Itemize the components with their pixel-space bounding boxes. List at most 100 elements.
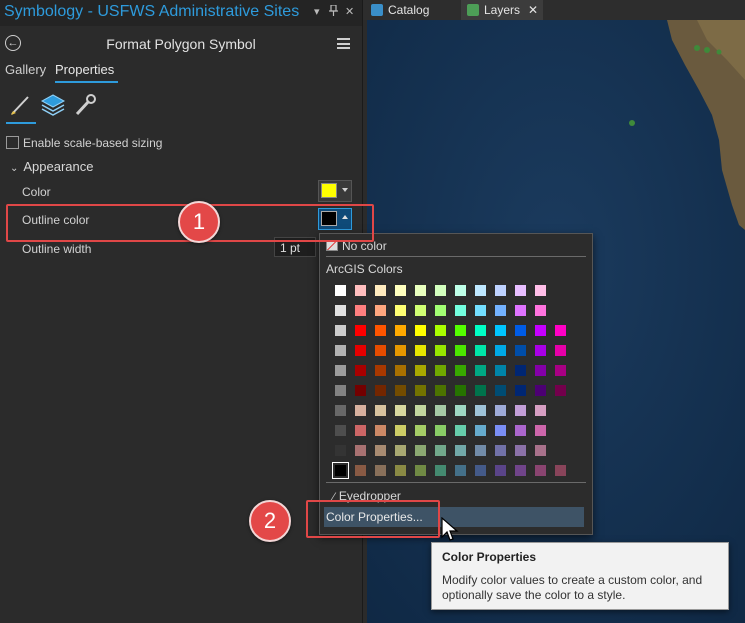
color-swatch[interactable]	[455, 365, 466, 376]
color-swatch[interactable]	[495, 405, 506, 416]
color-swatch[interactable]	[495, 305, 506, 316]
color-swatch[interactable]	[355, 425, 366, 436]
color-swatch[interactable]	[535, 465, 546, 476]
color-swatch[interactable]	[515, 325, 526, 336]
color-swatch[interactable]	[435, 325, 446, 336]
color-swatch[interactable]	[395, 345, 406, 356]
color-swatch[interactable]	[415, 385, 426, 396]
color-swatch[interactable]	[395, 325, 406, 336]
appearance-section-header[interactable]: ⌄ Appearance	[10, 159, 94, 174]
color-swatch[interactable]	[515, 445, 526, 456]
color-swatch[interactable]	[415, 325, 426, 336]
color-swatch[interactable]	[535, 285, 546, 296]
color-swatch[interactable]	[375, 425, 386, 436]
color-swatch[interactable]	[335, 405, 346, 416]
color-swatch[interactable]	[395, 365, 406, 376]
color-swatch[interactable]	[395, 405, 406, 416]
color-swatch[interactable]	[415, 345, 426, 356]
color-swatch[interactable]	[475, 385, 486, 396]
wrench-icon[interactable]	[72, 92, 98, 118]
color-swatch[interactable]	[435, 365, 446, 376]
color-swatch[interactable]	[415, 285, 426, 296]
color-swatch[interactable]	[495, 325, 506, 336]
color-swatch[interactable]	[455, 285, 466, 296]
color-swatch[interactable]	[475, 325, 486, 336]
color-swatch[interactable]	[475, 445, 486, 456]
color-swatch[interactable]	[375, 385, 386, 396]
color-swatch[interactable]	[395, 305, 406, 316]
color-swatch[interactable]	[495, 365, 506, 376]
color-swatch[interactable]	[555, 325, 566, 336]
tab-layers[interactable]: Layers ✕	[461, 0, 543, 20]
menu-icon[interactable]	[337, 38, 350, 49]
color-swatch[interactable]	[375, 325, 386, 336]
color-swatch[interactable]	[495, 445, 506, 456]
color-swatch[interactable]	[375, 345, 386, 356]
color-swatch[interactable]	[535, 325, 546, 336]
scale-based-sizing-checkbox[interactable]	[6, 136, 19, 149]
color-swatch[interactable]	[415, 445, 426, 456]
color-swatch[interactable]	[355, 445, 366, 456]
color-swatch[interactable]	[515, 345, 526, 356]
color-swatch[interactable]	[475, 365, 486, 376]
color-swatch[interactable]	[335, 285, 346, 296]
color-swatch[interactable]	[355, 345, 366, 356]
color-swatch[interactable]	[415, 405, 426, 416]
brush-icon[interactable]	[8, 92, 34, 118]
layers-icon[interactable]	[40, 92, 66, 118]
color-swatch[interactable]	[515, 405, 526, 416]
color-swatch[interactable]	[415, 305, 426, 316]
color-swatch[interactable]	[335, 345, 346, 356]
color-swatch[interactable]	[535, 305, 546, 316]
color-swatch[interactable]	[535, 365, 546, 376]
color-swatch[interactable]	[515, 365, 526, 376]
color-swatch[interactable]	[355, 465, 366, 476]
tab-catalog[interactable]: Catalog	[371, 0, 429, 20]
color-swatch[interactable]	[455, 385, 466, 396]
color-swatch[interactable]	[395, 445, 406, 456]
color-swatch[interactable]	[355, 285, 366, 296]
color-swatch[interactable]	[475, 285, 486, 296]
color-swatch[interactable]	[355, 305, 366, 316]
color-swatch[interactable]	[535, 445, 546, 456]
close-icon[interactable]: ✕	[528, 3, 538, 17]
color-swatch[interactable]	[395, 465, 406, 476]
color-swatch[interactable]	[375, 405, 386, 416]
color-swatch[interactable]	[355, 385, 366, 396]
color-swatch[interactable]	[335, 425, 346, 436]
color-swatch[interactable]	[355, 365, 366, 376]
color-swatch[interactable]	[335, 445, 346, 456]
color-swatch[interactable]	[495, 385, 506, 396]
color-swatch[interactable]	[535, 345, 546, 356]
color-swatch[interactable]	[415, 425, 426, 436]
color-swatch[interactable]	[355, 325, 366, 336]
color-swatch[interactable]	[435, 405, 446, 416]
color-swatch[interactable]	[475, 345, 486, 356]
color-swatch[interactable]	[335, 385, 346, 396]
color-swatch[interactable]	[455, 325, 466, 336]
color-swatch[interactable]	[555, 385, 566, 396]
color-swatch[interactable]	[515, 285, 526, 296]
color-swatch[interactable]	[455, 345, 466, 356]
color-swatch[interactable]	[515, 465, 526, 476]
color-swatch[interactable]	[535, 385, 546, 396]
color-swatch[interactable]	[335, 325, 346, 336]
color-swatch[interactable]	[395, 425, 406, 436]
color-swatch[interactable]	[475, 305, 486, 316]
color-swatch[interactable]	[535, 425, 546, 436]
color-swatch[interactable]	[435, 425, 446, 436]
color-swatch[interactable]	[455, 445, 466, 456]
color-swatch[interactable]	[435, 385, 446, 396]
color-swatch[interactable]	[455, 305, 466, 316]
pane-options-icon[interactable]: ▾	[314, 5, 320, 18]
color-swatch[interactable]	[435, 285, 446, 296]
color-swatch[interactable]	[455, 465, 466, 476]
color-swatch[interactable]	[455, 405, 466, 416]
color-swatch[interactable]	[555, 365, 566, 376]
color-swatch[interactable]	[335, 305, 346, 316]
color-swatch[interactable]	[495, 345, 506, 356]
color-swatch[interactable]	[435, 345, 446, 356]
color-swatch[interactable]	[375, 465, 386, 476]
color-swatch[interactable]	[375, 285, 386, 296]
color-swatch[interactable]	[555, 345, 566, 356]
